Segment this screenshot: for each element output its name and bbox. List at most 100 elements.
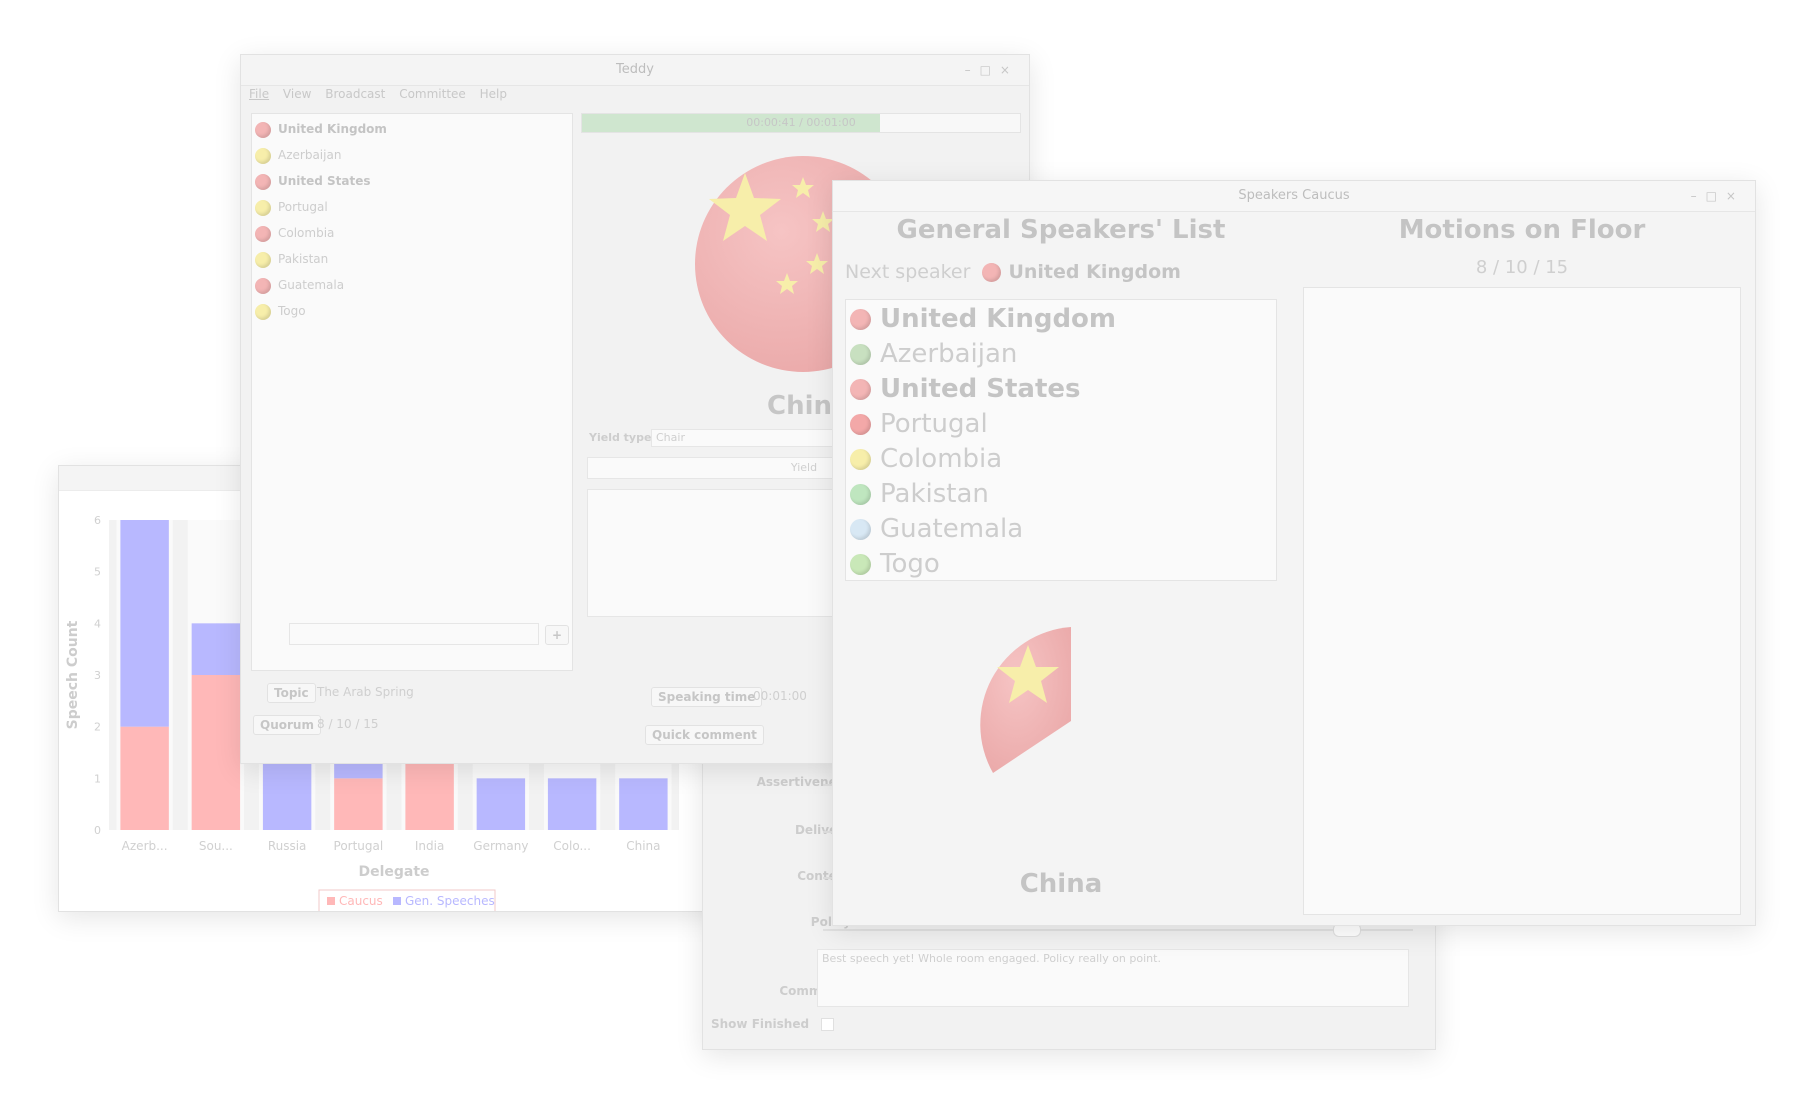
x-tick-label: India [415,839,444,853]
gsl-item-pakistan[interactable]: Pakistan [850,477,1272,512]
add-delegate-button[interactable]: + [545,625,570,645]
gsl-item-united-kingdom[interactable]: United Kingdom [850,302,1272,337]
speakers-window-title: Speakers Caucus [1238,188,1350,203]
gsl-current-speaker: China [1019,869,1103,899]
delegate-name: Azerbaijan [278,148,342,162]
next-speaker-label: Next speaker [845,261,971,283]
policy-slider[interactable] [823,923,1413,937]
bar-gen-speeches-colo [547,778,597,830]
window-controls[interactable]: –□× [965,55,1019,85]
x-tick-label: Germany [473,839,528,853]
delegate-item-guatemala[interactable]: Guatemala [255,272,569,298]
y-tick-label: 2 [94,721,101,734]
main-window-title: Teddy [616,62,654,77]
legend-swatch-caucus [327,897,335,905]
x-tick-label: Azerb... [122,839,168,853]
motions-list[interactable] [1303,287,1741,915]
menu-help[interactable]: Help [480,87,507,101]
azerbaijan-flag-icon [850,344,871,365]
delegate-item-united-kingdom[interactable]: United Kingdom [255,116,569,142]
portugal-flag-icon [255,199,271,216]
y-tick-label: 0 [94,824,101,837]
menu-view[interactable]: View [283,87,311,101]
colombia-flag-icon [255,225,271,242]
gsl-name: Togo [880,549,940,579]
quorum-label: Quorum [253,715,321,735]
delegate-item-azerbaijan[interactable]: Azerbaijan [255,142,569,168]
y-tick-label: 3 [94,669,101,682]
pakistan-flag-icon [850,484,871,505]
show-finished-checkbox[interactable] [821,1018,835,1031]
gsl-item-united-states[interactable]: United States [850,372,1272,407]
x-tick-label: Russia [268,839,307,853]
gsl-list[interactable]: United Kingdom Azerbaijan United States Por… [845,299,1277,581]
delegate-search-input[interactable] [289,623,539,645]
next-speaker-name: United Kingdom [1008,261,1181,283]
y-tick-label: 6 [94,514,101,527]
quorum-value: 8 / 10 / 15 [317,717,379,731]
togo-flag-icon [255,303,271,320]
pakistan-flag-icon [255,251,271,268]
delegate-item-colombia[interactable]: Colombia [255,220,569,246]
bar-gen-speeches-sou [191,623,241,675]
main-window-titlebar: Teddy –□× [241,55,1029,86]
x-tick-label: Portugal [334,839,384,853]
comments-field[interactable]: Best speech yet! Whole room engaged. Pol… [817,949,1409,1007]
delegate-name: United Kingdom [278,122,387,136]
yield-button-label: Yield [790,461,818,474]
bar-gen-speeches-china [619,778,668,830]
motions-quorum: 8 / 10 / 15 [1475,257,1569,278]
colombia-flag-icon [850,449,871,470]
delegate-list[interactable]: United Kingdom Azerbaijan United States Por… [251,113,573,671]
guatemala-flag-icon [255,277,271,294]
menu-committee[interactable]: Committee [399,87,466,101]
delegate-name: Guatemala [278,278,345,292]
gsl-item-togo[interactable]: Togo [850,547,1272,582]
delegate-item-pakistan[interactable]: Pakistan [255,246,569,272]
guatemala-flag-icon [850,519,871,540]
x-tick-label: Sou... [199,839,233,853]
gsl-name: United Kingdom [880,304,1117,334]
bar-gen-speeches-azerb [120,520,169,727]
x-axis-label: Delegate [358,864,429,880]
gsl-item-colombia[interactable]: Colombia [850,442,1272,477]
delegate-name: Pakistan [278,252,329,266]
y-tick-label: 4 [94,617,101,630]
delegate-item-united-states[interactable]: United States [255,168,569,194]
speakers-window-controls[interactable]: –□× [1691,181,1745,211]
delegate-item-togo[interactable]: Togo [255,298,569,324]
menu-bar: File View Broadcast Committee Help [249,87,507,101]
united-kingdom-flag-icon [850,309,871,330]
gsl-name: Pakistan [880,479,989,509]
speakers-window-titlebar: Speakers Caucus –□× [833,181,1755,212]
gsl-name: United States [880,374,1081,404]
bar-caucus-sou [191,675,241,830]
delegate-name: Togo [278,304,306,318]
y-tick-label: 5 [94,566,101,579]
legend-swatch-gen-speeches [393,897,401,905]
gsl-item-azerbaijan[interactable]: Azerbaijan [850,337,1272,372]
gsl-name: Colombia [880,444,1003,474]
yield-type-value: Chair [656,431,685,444]
bar-caucus-azerb [120,726,169,830]
legend-label-gen-speeches: Gen. Speeches [405,894,495,908]
yield-type-label: Yield type [589,431,652,444]
show-finished-row: Show Finished [711,1017,835,1031]
menu-file[interactable]: File [249,87,269,101]
united-states-flag-icon [850,379,871,400]
gsl-name: Azerbaijan [880,339,1018,369]
show-finished-label: Show Finished [711,1017,810,1031]
azerbaijan-flag-icon [255,147,271,164]
delegate-item-portugal[interactable]: Portugal [255,194,569,220]
quick-comment-button[interactable]: Quick comment [645,725,764,745]
delegate-name: Colombia [278,226,335,240]
gsl-item-guatemala[interactable]: Guatemala [850,512,1272,547]
delegate-name: Portugal [278,200,328,214]
gsl-item-portugal[interactable]: Portugal [850,407,1272,442]
menu-broadcast[interactable]: Broadcast [325,87,385,101]
portugal-flag-icon [850,414,871,435]
bar-gen-speeches-germany [476,778,526,830]
motions-title: Motions on Floor [1398,215,1646,245]
x-tick-label: China [626,839,660,853]
y-axis-label: Speech Count [65,620,81,729]
